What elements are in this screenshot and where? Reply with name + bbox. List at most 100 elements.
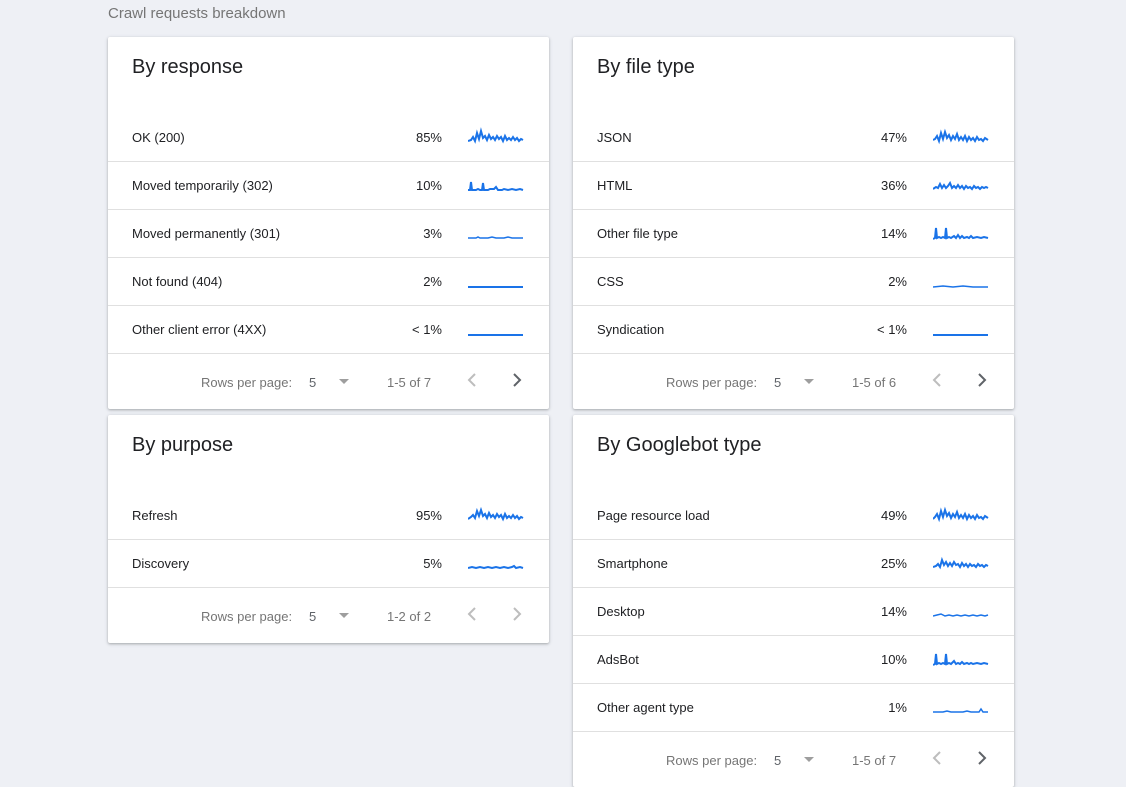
row-label: Other agent type — [597, 700, 694, 715]
chevron-left-icon[interactable] — [466, 371, 480, 389]
table-row[interactable]: Not found (404) 2% — [108, 258, 549, 306]
pagination-footer: Rows per page: 5 1-2 of 2 — [108, 588, 549, 643]
row-label: HTML — [597, 178, 633, 193]
sparkline — [468, 564, 524, 570]
rows-per-page-label: Rows per page: — [666, 753, 758, 768]
sparkline — [468, 236, 523, 239]
row-percent: 14% — [880, 226, 907, 241]
pagination-range: 1-5 of 7 — [387, 375, 432, 390]
table-row[interactable]: Page resource load 49% — [573, 492, 1014, 540]
sparkline — [468, 286, 523, 288]
row-label: Other client error (4XX) — [132, 322, 267, 337]
row-label: Refresh — [132, 508, 178, 523]
chevron-right-icon[interactable] — [975, 749, 989, 767]
pagination-footer: Rows per page: 5 1-5 of 7 — [108, 354, 549, 409]
row-label: AdsBot — [597, 652, 639, 667]
row-percent: 10% — [415, 178, 442, 193]
chevron-right-icon[interactable] — [975, 371, 989, 389]
sparkline — [933, 180, 989, 191]
row-label: Discovery — [132, 556, 190, 571]
rows-per-page-select[interactable]: 5 — [774, 753, 781, 768]
dropdown-caret-icon[interactable] — [339, 379, 349, 384]
rows-per-page-select[interactable]: 5 — [774, 375, 781, 390]
row-label: Syndication — [597, 322, 665, 337]
table-row[interactable]: JSON 47% — [573, 114, 1014, 162]
row-percent: 25% — [880, 556, 907, 571]
table-row[interactable]: Other file type 14% — [573, 210, 1014, 258]
pagination-range: 1-5 of 6 — [852, 375, 897, 390]
row-percent: 5% — [423, 556, 442, 571]
card-by-response: By response OK (200) 85% Moved temporari… — [108, 37, 549, 409]
sparkline — [468, 334, 523, 336]
card-by-file-type: By file type JSON 47% HTML 36% Other fil… — [573, 37, 1014, 409]
table-row[interactable]: HTML 36% — [573, 162, 1014, 210]
card-title: By Googlebot type — [597, 434, 762, 456]
row-label: Not found (404) — [132, 274, 223, 289]
dropdown-caret-icon[interactable] — [804, 379, 814, 384]
row-label: Moved temporarily (302) — [132, 178, 273, 193]
row-percent: 47% — [880, 130, 907, 145]
table-row[interactable]: Other agent type 1% — [573, 684, 1014, 732]
row-percent: 1% — [888, 700, 907, 715]
dropdown-caret-icon[interactable] — [804, 757, 814, 762]
card-title: By file type — [597, 56, 695, 78]
table-row[interactable]: Moved temporarily (302) 10% — [108, 162, 549, 210]
sparkline — [933, 653, 989, 666]
chevron-left-icon[interactable] — [931, 749, 945, 767]
table-row[interactable]: OK (200) 85% — [108, 114, 549, 162]
chevron-left-icon[interactable] — [931, 371, 945, 389]
row-percent: 10% — [880, 652, 907, 667]
row-label: Desktop — [597, 604, 645, 619]
table-row[interactable]: Moved permanently (301) 3% — [108, 210, 549, 258]
row-label: JSON — [597, 130, 632, 145]
card-by-googlebot-type: By Googlebot type Page resource load 49%… — [573, 415, 1014, 787]
row-percent: 85% — [415, 130, 442, 145]
pagination-footer: Rows per page: 5 1-5 of 6 — [573, 354, 1014, 409]
table-row[interactable]: Discovery 5% — [108, 540, 549, 588]
sparkline — [933, 506, 989, 523]
chevron-right-icon[interactable] — [510, 371, 524, 389]
table-row[interactable]: Other client error (4XX) < 1% — [108, 306, 549, 354]
row-label: Page resource load — [597, 508, 710, 523]
chevron-right-icon[interactable] — [510, 605, 524, 623]
card-by-purpose: By purpose Refresh 95% Discovery 5% Rows… — [108, 415, 549, 643]
row-percent: < 1% — [412, 322, 442, 337]
table-row[interactable]: CSS 2% — [573, 258, 1014, 306]
table-row[interactable]: AdsBot 10% — [573, 636, 1014, 684]
pagination-range: 1-5 of 7 — [852, 753, 897, 768]
row-percent: < 1% — [877, 322, 907, 337]
pagination-footer: Rows per page: 5 1-5 of 7 — [573, 732, 1014, 787]
row-label: CSS — [597, 274, 624, 289]
row-percent: 95% — [415, 508, 442, 523]
rows-per-page-select[interactable]: 5 — [309, 609, 316, 624]
row-label: Other file type — [597, 226, 678, 241]
sparkline — [468, 127, 524, 144]
rows-per-page-label: Rows per page: — [666, 375, 758, 390]
row-percent: 3% — [423, 226, 442, 241]
dropdown-caret-icon[interactable] — [339, 613, 349, 618]
pagination-range: 1-2 of 2 — [387, 609, 432, 624]
row-label: Smartphone — [597, 556, 668, 571]
row-percent: 2% — [423, 274, 442, 289]
row-percent: 49% — [880, 508, 907, 523]
card-title: By response — [132, 56, 244, 78]
rows-per-page-select[interactable]: 5 — [309, 375, 316, 390]
table-row[interactable]: Smartphone 25% — [573, 540, 1014, 588]
section-title: Crawl requests breakdown — [108, 5, 286, 22]
rows-per-page-label: Rows per page: — [201, 609, 293, 624]
row-label: OK (200) — [132, 130, 185, 145]
card-title: By purpose — [132, 434, 234, 456]
sparkline — [468, 181, 524, 192]
sparkline — [933, 128, 989, 145]
chevron-left-icon[interactable] — [466, 605, 480, 623]
row-percent: 2% — [888, 274, 907, 289]
row-percent: 36% — [880, 178, 907, 193]
sparkline — [933, 227, 989, 240]
sparkline — [933, 556, 989, 570]
rows-per-page-label: Rows per page: — [201, 375, 293, 390]
table-row[interactable]: Desktop 14% — [573, 588, 1014, 636]
table-row[interactable]: Syndication < 1% — [573, 306, 1014, 354]
sparkline — [933, 334, 988, 336]
table-row[interactable]: Refresh 95% — [108, 492, 549, 540]
sparkline — [933, 285, 988, 288]
